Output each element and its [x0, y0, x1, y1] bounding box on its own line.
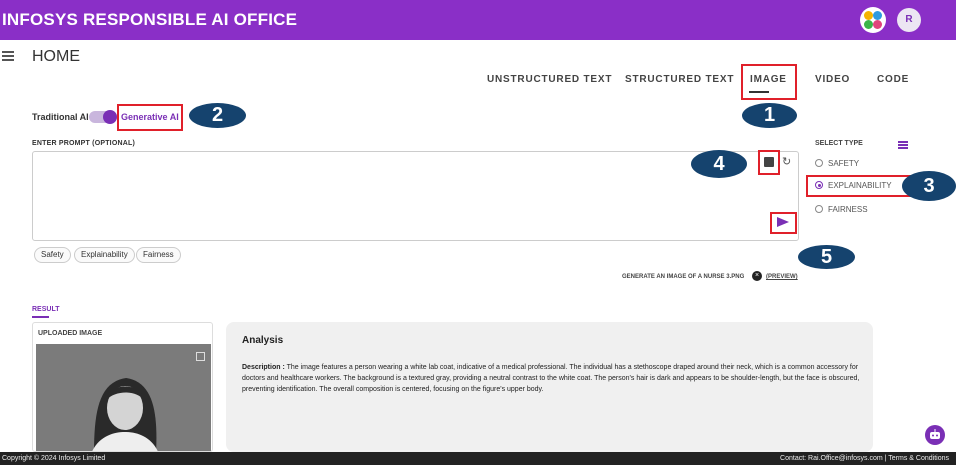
tab-video[interactable]: VIDEO	[815, 74, 850, 85]
uploaded-photo	[36, 344, 211, 451]
brand-logo-icon	[860, 7, 886, 33]
user-avatar[interactable]: R	[897, 8, 921, 32]
annotation-badge-5: 5	[798, 245, 855, 269]
chatbot-icon[interactable]	[925, 425, 945, 445]
radio-button[interactable]	[815, 205, 823, 213]
page-title: HOME	[32, 48, 80, 65]
uploaded-image-title: UPLOADED IMAGE	[38, 330, 103, 337]
annotation-badge-2: 2	[189, 103, 246, 128]
image-upload-icon[interactable]	[764, 157, 774, 167]
analysis-card: Analysis Description : The image feature…	[226, 322, 873, 452]
contact-link[interactable]: Contact: Rai.Office@infosys.com | Terms …	[780, 455, 949, 462]
chip-fairness[interactable]: Fairness	[136, 247, 181, 263]
annotation-box-generative-ai	[117, 104, 183, 131]
prompt-input[interactable]	[32, 151, 799, 241]
top-bar: INFOSYS RESPONSIBLE AI OFFICE R	[0, 0, 956, 40]
photo-illustration	[36, 344, 211, 451]
footer: Copyright © 2024 Infosys Limited Contact…	[0, 452, 956, 465]
tab-structured-text[interactable]: STRUCTURED TEXT	[625, 74, 734, 85]
refresh-icon[interactable]: ↻	[782, 155, 791, 168]
radio-label: SAFETY	[828, 159, 860, 168]
filter-icon[interactable]	[898, 141, 908, 149]
traditional-ai-label: Traditional AI	[32, 112, 89, 122]
uploaded-image-card: UPLOADED IMAGE	[32, 322, 213, 452]
attached-file-name: GENERATE AN IMAGE OF A NURSE 3.PNG	[622, 274, 745, 280]
radio-safety[interactable]: SAFETY	[815, 159, 859, 168]
chip-explainability[interactable]: Explainability	[74, 247, 135, 263]
expand-icon[interactable]	[196, 352, 205, 361]
select-type-label: SELECT TYPE	[815, 140, 863, 147]
description-text: The image features a person wearing a wh…	[242, 364, 860, 393]
enter-prompt-label: ENTER PROMPT (OPTIONAL)	[32, 140, 135, 147]
annotation-box-image-tab	[741, 64, 797, 100]
menu-icon[interactable]	[2, 51, 14, 61]
annotation-box-explainability	[806, 175, 916, 197]
close-icon[interactable]: ×	[752, 271, 762, 281]
tab-unstructured-text[interactable]: UNSTRUCTURED TEXT	[487, 74, 612, 85]
prompt-textarea[interactable]	[33, 152, 798, 240]
description-label: Description :	[242, 364, 285, 371]
radio-button[interactable]	[815, 159, 823, 167]
tab-code[interactable]: CODE	[877, 74, 909, 85]
toggle-knob	[103, 110, 117, 124]
preview-link[interactable]: (PREVIEW)	[766, 274, 798, 280]
copyright-text: Copyright © 2024 Infosys Limited	[2, 455, 106, 462]
tab-result[interactable]: RESULT	[32, 306, 59, 313]
send-icon[interactable]	[777, 217, 789, 227]
analysis-description: Description : The image features a perso…	[242, 362, 862, 395]
annotation-badge-4: 4	[691, 150, 747, 178]
ai-mode-toggle[interactable]	[89, 110, 117, 124]
radio-fairness[interactable]: FAIRNESS	[815, 205, 868, 214]
annotation-badge-1: 1	[742, 103, 797, 128]
app-title: INFOSYS RESPONSIBLE AI OFFICE	[2, 10, 298, 29]
radio-label: FAIRNESS	[828, 205, 868, 214]
chip-safety[interactable]: Safety	[34, 247, 71, 263]
result-tab-indicator	[32, 316, 49, 318]
annotation-badge-3: 3	[902, 171, 956, 201]
analysis-title: Analysis	[242, 335, 284, 346]
